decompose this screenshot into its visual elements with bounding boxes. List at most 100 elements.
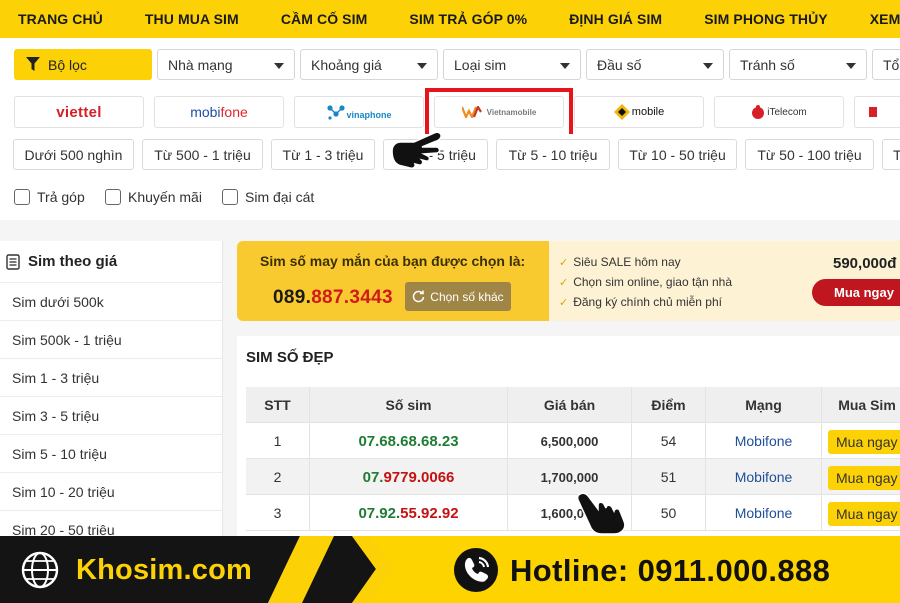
select-price-range[interactable]: Khoảng giá bbox=[300, 49, 438, 80]
select-total-label: Tổ bbox=[883, 56, 900, 73]
sim-part: 9779.0066 bbox=[383, 468, 455, 486]
filter-button[interactable]: Bộ lọc bbox=[14, 49, 152, 80]
promo-buy-button[interactable]: Mua ngay bbox=[812, 279, 900, 306]
carrier-more[interactable] bbox=[854, 96, 900, 128]
nav-buy-sim[interactable]: THU MUA SIM bbox=[145, 11, 239, 27]
brand-footer-banner: Khosim.com Hotline: 0911.000.888 bbox=[0, 536, 900, 603]
price-chip-50-100m[interactable]: Từ 50 - 100 triệu bbox=[745, 139, 874, 170]
itel-logo: iTelecom bbox=[751, 104, 807, 120]
nav-feng-shui[interactable]: SIM PHONG THỦY bbox=[704, 11, 828, 27]
promo-line-text: Chọn sim online, giao tận nhà bbox=[573, 275, 732, 289]
select-avoid-number[interactable]: Tránh số bbox=[729, 49, 867, 80]
row-buy-cell: Mua ngay bbox=[822, 459, 900, 495]
checkbox-promotion-label: Khuyến mãi bbox=[128, 189, 202, 205]
carrier-gmobile[interactable]: mobile bbox=[574, 96, 704, 128]
row-stt: 2 bbox=[246, 459, 310, 495]
checkbox-box[interactable] bbox=[105, 189, 121, 205]
price-chip-1-3m[interactable]: Từ 1 - 3 triệu bbox=[271, 139, 375, 170]
price-chip-under-500k[interactable]: Dưới 500 nghìn bbox=[13, 139, 134, 170]
select-carrier[interactable]: Nhà mạng bbox=[157, 49, 295, 80]
carrier-viettel[interactable]: viettel bbox=[14, 96, 144, 128]
carrier-mobifone[interactable]: mobifone bbox=[154, 96, 284, 128]
chevron-down-icon bbox=[846, 63, 856, 69]
choose-another-button[interactable]: Chọn số khác bbox=[405, 282, 511, 311]
header-stt: STT bbox=[246, 387, 310, 423]
nav-more[interactable]: XEM K bbox=[870, 11, 900, 27]
checkbox-box[interactable] bbox=[14, 189, 30, 205]
phone-icon bbox=[454, 548, 498, 592]
check-icon: ✓ bbox=[559, 276, 569, 289]
carrier-itel[interactable]: iTelecom bbox=[714, 96, 844, 128]
row-sim-number[interactable]: 07. 92. 55.92.92 bbox=[310, 495, 508, 531]
checkbox-box[interactable] bbox=[222, 189, 238, 205]
price-chip-500k-1m[interactable]: Từ 500 - 1 triệu bbox=[142, 139, 263, 170]
sidebar-title-text: Sim theo giá bbox=[28, 253, 118, 270]
table-row[interactable]: 2 07. 9779.0066 1,700,000 51 Mobifone Mua… bbox=[246, 459, 900, 495]
header-price: Giá bán bbox=[508, 387, 632, 423]
select-sim-type[interactable]: Loại sim bbox=[443, 49, 581, 80]
sim-part: 07. bbox=[358, 504, 380, 522]
checkbox-lucky-sim[interactable]: Sim đại cát bbox=[222, 189, 314, 205]
select-prefix[interactable]: Đầu số bbox=[586, 49, 724, 80]
nav-installment[interactable]: SIM TRẢ GÓP 0% bbox=[409, 11, 527, 27]
price-chip-more[interactable]: T bbox=[882, 139, 900, 170]
promo-banner: ✓ Siêu SALE hôm nay ✓ Chọn sim online, gia… bbox=[549, 241, 900, 321]
sim-part: 55.92.92 bbox=[400, 504, 459, 522]
row-network: Mobifone bbox=[706, 459, 822, 495]
more-carrier-logo bbox=[869, 107, 877, 117]
carrier-vinaphone[interactable]: vinaphone bbox=[294, 96, 424, 128]
select-carrier-label: Nhà mạng bbox=[168, 56, 233, 73]
table-row[interactable]: 3 07. 92. 55.92.92 1,600,000 50 Mobifone M… bbox=[246, 495, 900, 531]
sidebar-item-500k-1m[interactable]: Sim 500k - 1 triệu bbox=[0, 321, 222, 359]
select-price-label: Khoảng giá bbox=[311, 56, 382, 73]
row-buy-button[interactable]: Mua ngay bbox=[828, 502, 900, 526]
chevron-down-icon bbox=[703, 63, 713, 69]
select-total[interactable]: Tổ bbox=[872, 49, 900, 80]
checkbox-promotion[interactable]: Khuyến mãi bbox=[105, 189, 202, 205]
sidebar-item-3-5m[interactable]: Sim 3 - 5 triệu bbox=[0, 397, 222, 435]
sidebar-item-10-20m[interactable]: Sim 10 - 20 triệu bbox=[0, 473, 222, 511]
row-price: 6,500,000 bbox=[508, 423, 632, 459]
chevron-down-icon bbox=[560, 63, 570, 69]
row-points: 54 bbox=[632, 423, 706, 459]
sidebar-title: Sim theo giá bbox=[0, 241, 222, 283]
nav-pawn-sim[interactable]: CẦM CỐ SIM bbox=[281, 11, 368, 27]
row-sim-number[interactable]: 07. 9779.0066 bbox=[310, 459, 508, 495]
funnel-icon bbox=[26, 57, 40, 71]
choose-another-label: Chọn số khác bbox=[430, 289, 504, 304]
row-buy-button[interactable]: Mua ngay bbox=[828, 466, 900, 490]
gmobile-logo-text: mobile bbox=[631, 106, 665, 118]
promo-line: ✓ Đăng ký chính chủ miễn phí bbox=[559, 295, 722, 309]
checkbox-installment-label: Trả góp bbox=[37, 189, 85, 205]
refresh-icon bbox=[413, 290, 425, 303]
checkbox-installment[interactable]: Trả góp bbox=[14, 189, 85, 205]
vinaphone-logo-text: vinaphone bbox=[346, 110, 392, 120]
nav-valuation[interactable]: ĐỊNH GIÁ SIM bbox=[569, 11, 662, 27]
sidebar-item-under-500k[interactable]: Sim dưới 500k bbox=[0, 283, 222, 321]
row-buy-button[interactable]: Mua ngay bbox=[828, 430, 900, 454]
row-sim-number[interactable]: 07. 68.68.68. 23 bbox=[310, 423, 508, 459]
panel-title: SIM SỐ ĐẸP bbox=[246, 349, 334, 366]
vietnamobile-highlight-box bbox=[425, 88, 573, 138]
sim-table: STT Số sim Giá bán Điểm Mạng Mua Sim 1 0… bbox=[246, 387, 900, 531]
top-nav: TRANG CHỦ THU MUA SIM CẦM CỐ SIM SIM TRẢ… bbox=[0, 0, 900, 38]
filter-button-label: Bộ lọc bbox=[48, 56, 87, 73]
itel-logo-text: iTelecom bbox=[767, 106, 807, 118]
price-chip-5-10m[interactable]: Từ 5 - 10 triệu bbox=[496, 139, 610, 170]
header-points: Điểm bbox=[632, 387, 706, 423]
chevron-down-icon bbox=[417, 63, 427, 69]
table-row[interactable]: 1 07. 68.68.68. 23 6,500,000 54 Mobifone M… bbox=[246, 423, 900, 459]
gmobile-logo: mobile bbox=[613, 104, 665, 120]
hotline-number[interactable]: Hotline: 0911.000.888 bbox=[510, 553, 830, 589]
sidebar-item-1-3m[interactable]: Sim 1 - 3 triệu bbox=[0, 359, 222, 397]
lucky-number-prefix: 089. bbox=[273, 287, 312, 308]
price-chip-10-50m[interactable]: Từ 10 - 50 triệu bbox=[618, 139, 737, 170]
nav-home[interactable]: TRANG CHỦ bbox=[18, 11, 103, 27]
row-buy-cell: Mua ngay bbox=[822, 423, 900, 459]
lucky-number: 089.887.3443 bbox=[273, 287, 393, 309]
sidebar-item-5-10m[interactable]: Sim 5 - 10 triệu bbox=[0, 435, 222, 473]
mobifone-logo-a: mobi bbox=[190, 104, 221, 120]
check-icon: ✓ bbox=[559, 296, 569, 309]
row-network: Mobifone bbox=[706, 423, 822, 459]
pointing-hand-icon bbox=[576, 492, 626, 535]
